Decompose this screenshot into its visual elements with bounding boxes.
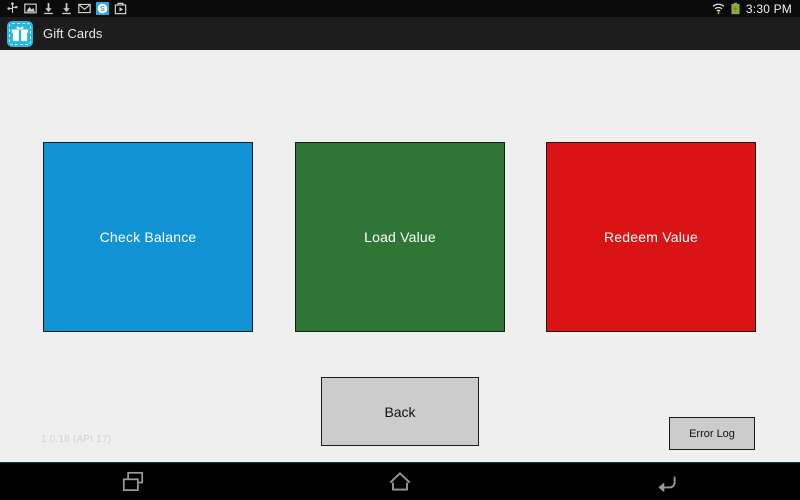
wifi-icon <box>712 2 725 15</box>
status-bar-clock: 3:30 PM <box>745 1 792 16</box>
recents-icon[interactable] <box>0 463 267 500</box>
skype-icon: S <box>96 2 109 15</box>
gift-icon <box>7 20 33 47</box>
svg-text:S: S <box>100 6 105 13</box>
android-screen: S 3:30 PM Gift Cards Check Balance Load … <box>0 0 800 500</box>
back-button[interactable]: Back <box>321 377 479 446</box>
redeem-value-button[interactable]: Redeem Value <box>546 142 756 332</box>
back-button-label: Back <box>384 403 416 420</box>
error-log-button[interactable]: Error Log <box>669 417 755 450</box>
navigation-bar <box>0 462 800 500</box>
load-value-button[interactable]: Load Value <box>295 142 505 332</box>
status-bar-notification-icons: S <box>6 2 127 15</box>
download-icon-2 <box>60 2 73 15</box>
download-icon <box>42 2 55 15</box>
envelope-icon <box>78 2 91 15</box>
action-bar: Gift Cards <box>0 17 800 50</box>
error-log-button-label: Error Log <box>689 427 735 440</box>
back-icon[interactable] <box>533 463 800 500</box>
usb-icon <box>6 2 19 15</box>
status-bar: S 3:30 PM <box>0 0 800 17</box>
gift-icon-glyph <box>11 26 29 41</box>
check-balance-button[interactable]: Check Balance <box>43 142 253 332</box>
check-balance-label: Check Balance <box>99 229 197 245</box>
redeem-value-label: Redeem Value <box>604 229 698 245</box>
status-bar-system-icons: 3:30 PM <box>712 2 794 16</box>
app-title: Gift Cards <box>43 26 103 41</box>
home-icon[interactable] <box>267 463 534 500</box>
app-content: Check Balance Load Value Redeem Value Ba… <box>0 50 800 462</box>
battery-charging-icon <box>729 2 742 15</box>
play-bag-icon <box>114 2 127 15</box>
image-icon <box>24 2 37 15</box>
load-value-label: Load Value <box>364 229 436 245</box>
version-label: 1.0.18 (API 17) <box>41 434 112 445</box>
